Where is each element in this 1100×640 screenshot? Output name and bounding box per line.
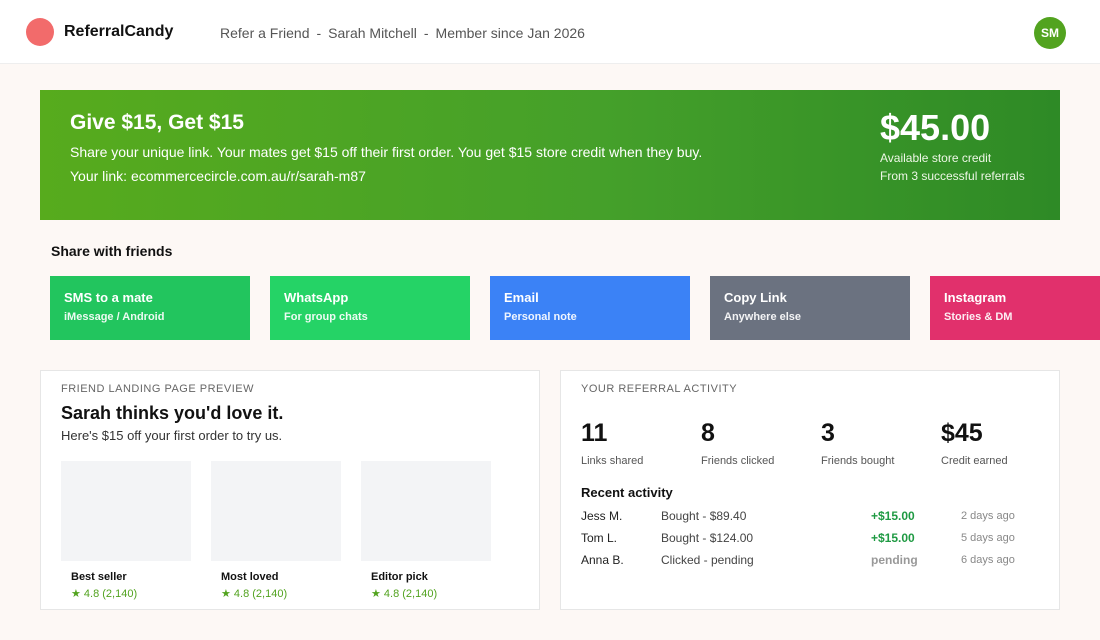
stat-label: Friends bought (821, 455, 895, 467)
activity-time: 2 days ago (961, 510, 1015, 522)
share-copy-link-button[interactable]: Copy Link Anywhere else (710, 276, 910, 340)
credit-amount: +$15.00 (871, 531, 915, 545)
credit-subtext: From 3 successful referrals (880, 169, 1025, 183)
top-bar: ReferralCandy Refer a Friend - Sarah Mitch… (0, 0, 1100, 64)
activity-row: Anna B. Clicked - pending pending 6 days… (581, 550, 1021, 570)
product-image (361, 461, 491, 561)
share-whatsapp-button[interactable]: WhatsApp For group chats (270, 276, 470, 340)
product-rating: ★ 4.8 (2,140) (71, 588, 138, 600)
product-card[interactable]: Best seller ★ 4.8 (2,140) (61, 461, 191, 606)
referral-link[interactable]: Your link: ecommercecircle.com.au/r/sara… (70, 168, 366, 184)
avatar[interactable]: SM (1034, 17, 1066, 49)
activity-time: 5 days ago (961, 532, 1015, 544)
share-button-title: Copy Link (724, 290, 787, 305)
activity-action: Clicked - pending (661, 553, 754, 567)
referral-activity-card: Your referral activity 11 Links shared 8… (560, 370, 1060, 610)
activity-action: Bought - $124.00 (661, 531, 754, 545)
card-label: Your referral activity (581, 383, 738, 395)
product-name: Editor pick (371, 571, 428, 583)
preview-title: Sarah thinks you'd love it. (61, 403, 284, 423)
friend-name: Anna B. (581, 553, 624, 567)
brand-name[interactable]: ReferralCandy (64, 23, 173, 41)
share-email-button[interactable]: Email Personal note (490, 276, 690, 340)
product-rating: ★ 4.8 (2,140) (221, 588, 288, 600)
product-image (61, 461, 191, 561)
credit-amount: $45.00 (880, 107, 991, 148)
product-image (211, 461, 341, 561)
share-heading: Share with friends (51, 243, 173, 259)
logo-icon[interactable] (26, 18, 54, 46)
stat-links-shared: 11 Links shared (581, 419, 701, 467)
stat-value: 8 (701, 419, 715, 447)
stat-value: $45 (941, 419, 983, 447)
banner-description: Share your unique link. Your mates get $… (70, 144, 703, 160)
landing-preview-card: Friend landing page preview Sarah thinks… (40, 370, 540, 610)
share-button-title: Email (504, 290, 539, 305)
breadcrumb: Refer a Friend - Sarah Mitchell - Member sin… (220, 25, 585, 41)
breadcrumb-user: Sarah Mitchell (328, 25, 417, 41)
share-button-title: WhatsApp (284, 290, 349, 305)
pending-status: pending (871, 553, 918, 567)
activity-row: Jess M. Bought - $89.40 +$15.00 2 days a… (581, 506, 1021, 526)
friend-name: Tom L. (581, 531, 618, 545)
share-button-subtitle: Stories & DM (944, 311, 1013, 323)
share-button-title: Instagram (944, 290, 1007, 305)
stat-value: 11 (581, 419, 608, 447)
credit-label: Available store credit (880, 151, 992, 165)
share-button-subtitle: Personal note (504, 311, 577, 323)
stat-label: Credit earned (941, 455, 1008, 467)
preview-subtitle: Here's $15 off your first order to try u… (61, 428, 283, 443)
activity-action: Bought - $89.40 (661, 509, 747, 523)
share-button-subtitle: Anywhere else (724, 311, 802, 323)
stat-label: Links shared (581, 455, 644, 467)
product-name: Most loved (221, 571, 279, 583)
stat-label: Friends clicked (701, 455, 775, 467)
product-name: Best seller (71, 571, 127, 583)
friend-name: Jess M. (581, 509, 623, 523)
activity-row: Tom L. Bought - $124.00 +$15.00 5 days a… (581, 528, 1021, 548)
breadcrumb-member-since: Member since Jan 2026 (435, 25, 585, 41)
product-rating: ★ 4.8 (2,140) (371, 588, 438, 600)
share-button-subtitle: For group chats (284, 311, 368, 323)
stat-friends-bought: 3 Friends bought (821, 419, 941, 467)
share-button-title: SMS to a mate (64, 290, 153, 305)
breadcrumb-separator: - (316, 25, 322, 41)
credit-amount: +$15.00 (871, 509, 915, 523)
stat-credit-earned: $45 Credit earned (941, 419, 1061, 467)
product-card[interactable]: Editor pick ★ 4.8 (2,140) (361, 461, 491, 606)
product-card[interactable]: Most loved ★ 4.8 (2,140) (211, 461, 341, 606)
share-sms-button[interactable]: SMS to a mate iMessage / Android (50, 276, 250, 340)
breadcrumb-separator: - (423, 25, 429, 41)
breadcrumb-page: Refer a Friend (220, 25, 310, 41)
stat-value: 3 (821, 419, 835, 447)
stat-friends-clicked: 8 Friends clicked (701, 419, 821, 467)
card-label: Friend landing page preview (61, 383, 254, 395)
referral-banner: Give $15, Get $15 Share your unique link… (40, 90, 1060, 220)
recent-activity-title: Recent activity (581, 485, 673, 500)
share-button-subtitle: iMessage / Android (64, 311, 165, 323)
banner-title: Give $15, Get $15 (70, 111, 244, 134)
activity-time: 6 days ago (961, 554, 1015, 566)
share-instagram-button[interactable]: Instagram Stories & DM (930, 276, 1100, 340)
